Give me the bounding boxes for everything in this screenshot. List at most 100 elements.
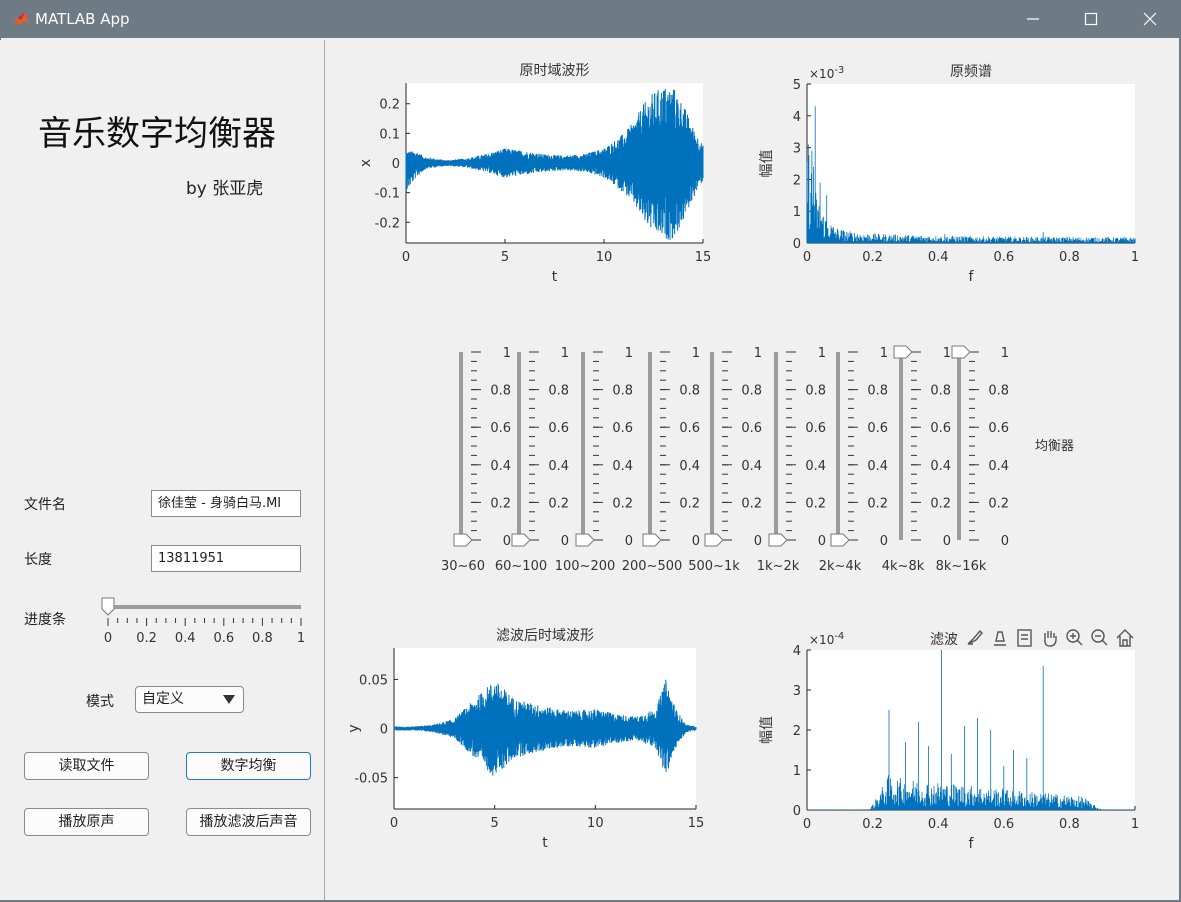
- eq-slider-4k~8k[interactable]: 1 0.8 0.6 0.4 0.2 0: [893, 345, 951, 549]
- eq-slider-100~200[interactable]: 1 0.8 0.6 0.4 0.2 0: [575, 346, 633, 549]
- x-tick-label: 0: [390, 816, 398, 831]
- zoom-out-icon[interactable]: [1091, 629, 1108, 646]
- progress-thumb[interactable]: [101, 597, 115, 616]
- length-field[interactable]: 13811951: [151, 545, 301, 572]
- eq-tick-label: 0: [503, 534, 511, 549]
- eq-slider-thumb[interactable]: [830, 533, 850, 547]
- minimize-icon: [1027, 18, 1039, 20]
- eq-tick-label: 0.8: [548, 384, 569, 399]
- eq-slider-track[interactable]: [836, 352, 840, 540]
- eq-slider-track[interactable]: [710, 352, 714, 540]
- minimize-button[interactable]: [1003, 0, 1061, 38]
- hand-shape: [1044, 631, 1057, 647]
- magnifier-sign: [1070, 633, 1076, 639]
- eq-tick-label: 0.4: [741, 459, 762, 474]
- eq-tick-label: 0.2: [805, 496, 826, 511]
- close-button[interactable]: [1120, 0, 1178, 38]
- magnifier-handle: [1077, 640, 1083, 646]
- eq-band-label: 2k~4k: [819, 559, 862, 574]
- x-tick-label: 10: [587, 816, 604, 831]
- eq-slider-thumb[interactable]: [893, 345, 913, 359]
- progress-slider[interactable]: 0 0.2 0.4 0.6 0.8 1: [96, 595, 312, 645]
- x-tick-label: 0.4: [928, 250, 949, 265]
- filtered-spectrum-chart[interactable]: 0 0.2 0.4 0.6 0.8 1 4 3 2 1 0 f 幅值 ×10-4: [759, 631, 1139, 852]
- eq-tick-label: 1: [503, 346, 511, 361]
- mode-dropdown[interactable]: 自定义: [135, 686, 244, 713]
- original-spectrum-chart[interactable]: 0 0.2 0.4 0.6 0.8 1 5 4 3 2 1 0 原频谱 f 幅值 ×10-3: [759, 64, 1139, 285]
- eq-slider-track[interactable]: [774, 352, 778, 540]
- eq-tick-label: 0.6: [988, 421, 1009, 436]
- filter-overlay-label: 滤波: [930, 632, 958, 648]
- data-tips-icon[interactable]: [994, 631, 1006, 646]
- main-plot-area: 0 5 10 150.20.10-0.1-0.2原时域波形tx 0 0.2 0.4 0.6 0…: [346, 63, 1139, 852]
- eq-slider-thumb[interactable]: [511, 533, 531, 547]
- progress-tick-label: 0: [104, 631, 112, 645]
- eq-tick-label: 0.2: [679, 496, 700, 511]
- eq-slider-8k~16k[interactable]: 1 0.8 0.6 0.4 0.2 0: [951, 345, 1009, 549]
- eq-slider-60~100[interactable]: 1 0.8 0.6 0.4 0.2 0: [511, 346, 569, 549]
- play-original-button[interactable]: 播放原声: [24, 808, 149, 836]
- eq-tick-label: 0.6: [548, 421, 569, 436]
- x-axis-label: f: [969, 836, 975, 852]
- original-waveform-chart[interactable]: 0 5 10 15 0.2 0.1 0 -0.1 -0.2 原时域波形 t x: [358, 63, 711, 285]
- eq-tick-label: 0.2: [612, 496, 633, 511]
- zoom-in-icon[interactable]: [1066, 629, 1083, 646]
- eq-tick-label: 0.8: [867, 384, 888, 399]
- eq-tick-label: 0.4: [988, 459, 1009, 474]
- data-cursor-icon[interactable]: [1017, 629, 1032, 647]
- progress-track[interactable]: [108, 605, 301, 609]
- x-tick-label: 0.6: [993, 817, 1014, 832]
- eq-slider-thumb[interactable]: [951, 345, 971, 359]
- read-file-button[interactable]: 读取文件: [24, 752, 149, 780]
- eq-slider-track[interactable]: [957, 352, 961, 540]
- eq-slider-track[interactable]: [581, 352, 585, 540]
- mode-dropdown-value: 自定义: [142, 691, 184, 707]
- eq-tick-label: 0.2: [490, 496, 511, 511]
- play-filtered-button[interactable]: 播放滤波后声音: [186, 808, 311, 836]
- eq-tick-label: 0: [818, 534, 826, 549]
- chart-title: 原频谱: [950, 64, 992, 80]
- eq-slider-thumb[interactable]: [768, 533, 788, 547]
- equalizer-label: 均衡器: [1035, 439, 1074, 454]
- x-tick-label: 5: [491, 816, 499, 831]
- app-title: 音乐数字均衡器: [38, 114, 276, 154]
- equalize-button[interactable]: 数字均衡: [186, 752, 311, 780]
- eq-slider-thumb[interactable]: [642, 533, 662, 547]
- y-tick-label: -0.05: [354, 772, 388, 787]
- eq-slider-track[interactable]: [517, 352, 521, 540]
- eq-slider-track[interactable]: [459, 352, 463, 540]
- eq-slider-thumb[interactable]: [575, 533, 595, 547]
- eq-tick-label: 0.4: [490, 459, 511, 474]
- eq-slider-track[interactable]: [899, 352, 903, 540]
- eq-tick-label: 0.8: [988, 384, 1009, 399]
- eq-slider-200~500[interactable]: 1 0.8 0.6 0.4 0.2 0: [642, 346, 700, 549]
- y-tick-label: 0: [392, 157, 400, 172]
- eq-tick-label: 1: [943, 346, 951, 361]
- filename-field[interactable]: 徐佳莹 - 身骑白马.MI: [151, 490, 301, 517]
- progress-label: 进度条: [24, 612, 66, 628]
- eq-slider-30~60[interactable]: 1 0.8 0.6 0.4 0.2 0: [453, 346, 511, 549]
- eq-slider-track[interactable]: [648, 352, 652, 540]
- eq-slider-500~1k[interactable]: 1 0.8 0.6 0.4 0.2 0: [704, 346, 762, 549]
- eq-tick-label: 0.6: [490, 421, 511, 436]
- mode-label: 模式: [86, 694, 114, 710]
- pan-hand-icon[interactable]: [1044, 631, 1057, 647]
- brush-icon[interactable]: [967, 629, 983, 645]
- axes-toolbar: 滤波: [930, 629, 1134, 648]
- eq-tick-label: 0.4: [548, 459, 569, 474]
- eq-slider-thumb[interactable]: [704, 533, 724, 547]
- eq-tick-label: 0.8: [490, 384, 511, 399]
- y-tick-label: 3: [793, 142, 801, 157]
- progress-tick-label: 0.6: [213, 631, 234, 645]
- tips-shape: [994, 631, 1006, 646]
- home-icon[interactable]: [1116, 629, 1134, 647]
- control-panel: 音乐数字均衡器 by 张亚虎 文件名 徐佳莹 - 身骑白马.MI 长度 1381…: [0, 40, 324, 902]
- maximize-button[interactable]: [1062, 0, 1120, 38]
- eq-slider-thumb[interactable]: [453, 533, 473, 547]
- eq-slider-2k~4k[interactable]: 1 0.8 0.6 0.4 0.2 0: [830, 346, 888, 549]
- filtered-waveform-chart[interactable]: 0 5 10 15 0.05 0 -0.05 滤波后时域波形 t y: [346, 628, 704, 851]
- y-axis-label: y: [346, 724, 362, 732]
- eq-slider-1k~2k[interactable]: 1 0.8 0.6 0.4 0.2 0: [768, 346, 826, 549]
- x-tick-label: 0: [402, 250, 410, 265]
- y-tick-label: 2: [793, 724, 801, 739]
